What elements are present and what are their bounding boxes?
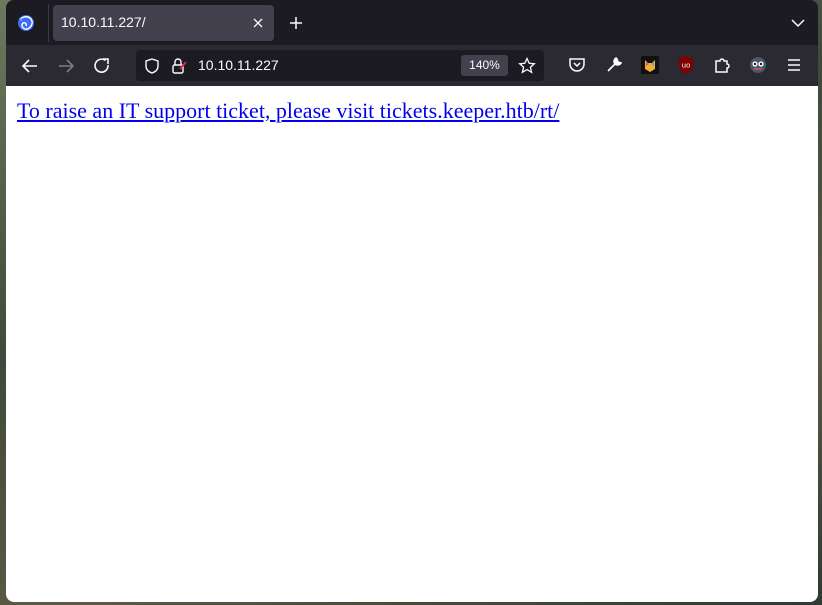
plus-icon[interactable] (286, 13, 306, 33)
star-icon[interactable] (517, 56, 537, 76)
navigation-toolbar: 10.10.11.227 140% uo (6, 45, 818, 86)
firefox-logo-icon[interactable] (17, 14, 35, 32)
close-icon[interactable] (248, 13, 268, 33)
page-content: To raise an IT support ticket, please vi… (6, 86, 818, 602)
back-arrow-icon[interactable] (18, 54, 42, 78)
tab-active[interactable]: 10.10.11.227/ (53, 5, 274, 41)
tab-strip: 10.10.11.227/ (6, 0, 818, 45)
pocket-icon[interactable] (566, 54, 588, 76)
shield-icon[interactable] (142, 56, 162, 76)
forward-arrow-icon[interactable] (54, 54, 78, 78)
hamburger-menu-icon[interactable] (783, 54, 805, 76)
extension-cat-icon[interactable] (639, 54, 661, 76)
wrench-icon[interactable] (603, 54, 625, 76)
zoom-level-badge[interactable]: 140% (461, 55, 508, 76)
rt-ticket-link[interactable]: To raise an IT support ticket, please vi… (17, 98, 559, 124)
puzzle-icon[interactable] (711, 54, 733, 76)
extension-face-icon[interactable] (747, 54, 769, 76)
lock-warning-icon[interactable] (169, 56, 189, 76)
tab-title: 10.10.11.227/ (61, 14, 146, 30)
browser-window: 10.10.11.227/ 10.10.11.227 140% uo To ra… (6, 0, 818, 602)
tab-separator (48, 4, 49, 42)
address-bar[interactable]: 10.10.11.227 140% (136, 50, 544, 81)
reload-icon[interactable] (90, 54, 114, 78)
chevron-down-icon[interactable] (788, 13, 808, 33)
url-text[interactable]: 10.10.11.227 (198, 57, 279, 73)
ublock-origin-icon[interactable]: uo (675, 54, 697, 76)
svg-text:uo: uo (682, 62, 691, 70)
